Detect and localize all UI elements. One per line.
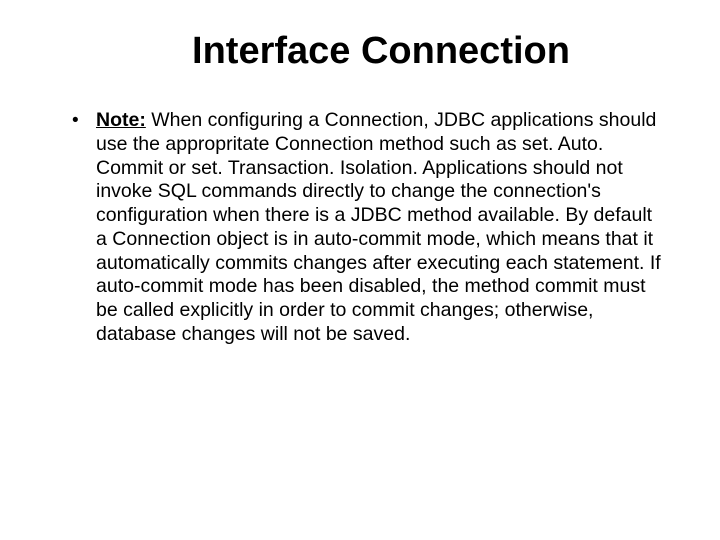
bullet-list: Note: When configuring a Connection, JDB…	[48, 109, 672, 347]
body-text: When configuring a Connection, JDBC appl…	[96, 109, 661, 345]
note-label: Note:	[96, 109, 146, 131]
page-title: Interface Connection	[48, 30, 672, 73]
bullet-item: Note: When configuring a Connection, JDB…	[72, 109, 664, 347]
slide: Interface Connection Note: When configur…	[0, 0, 720, 540]
